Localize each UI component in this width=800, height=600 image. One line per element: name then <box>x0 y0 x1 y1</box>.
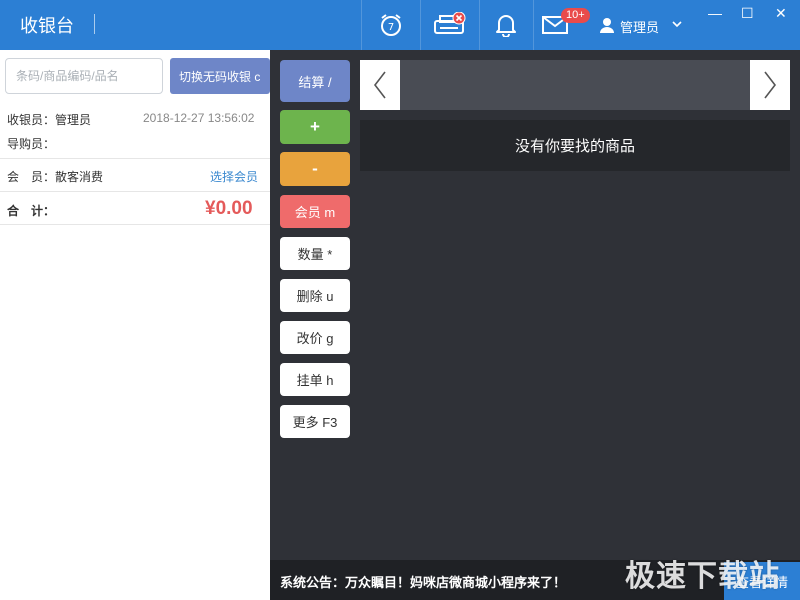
delete-button[interactable]: 删除 u <box>280 279 350 312</box>
chevron-right-icon <box>764 71 777 99</box>
member-button[interactable]: 会员 m <box>280 195 350 228</box>
app-title: 收银台 <box>20 16 74 36</box>
alarm-button[interactable]: 7 <box>361 0 420 50</box>
member-value: 散客消费 <box>55 170 104 184</box>
alarm-clock-icon: 7 <box>381 14 401 36</box>
user-icon[interactable] <box>599 17 615 33</box>
order-panel <box>0 50 270 600</box>
bell-icon <box>496 15 516 37</box>
hold-order-button[interactable]: 挂单 h <box>280 363 350 396</box>
switch-barcodeless-button[interactable]: 切换无码收银 c <box>170 58 270 94</box>
member-row: 会 员：散客消费 <box>7 168 103 185</box>
choose-member-link[interactable]: 选择会员 <box>210 168 258 185</box>
printer-button[interactable] <box>420 0 479 50</box>
watermark: 极速下载站 <box>625 560 780 593</box>
mail-badge: 10+ <box>561 8 590 23</box>
header-icons: 7 <box>361 0 532 50</box>
notification-button[interactable] <box>479 0 532 50</box>
increase-button[interactable]: + <box>280 110 350 144</box>
prev-page-button[interactable] <box>360 60 400 110</box>
order-datetime: 2018-12-27 13:56:02 <box>143 111 255 125</box>
title-separator <box>94 14 95 34</box>
quantity-button[interactable]: 数量 * <box>280 237 350 270</box>
divider <box>0 224 270 225</box>
next-page-button[interactable] <box>750 60 790 110</box>
cashier-label: 收银员： <box>7 113 56 127</box>
member-label: 会 员： <box>7 170 56 184</box>
chevron-down-icon[interactable] <box>671 17 683 31</box>
printer-error-icon <box>434 12 466 34</box>
change-price-button[interactable]: 改价 g <box>280 321 350 354</box>
close-button[interactable]: ✕ <box>775 5 787 22</box>
decrease-button[interactable]: - <box>280 152 350 186</box>
system-announcement: 系统公告：万众瞩目！妈咪店微商城小程序来了！ <box>280 575 567 590</box>
divider <box>0 191 270 192</box>
total-amount: ¥0.00 <box>205 198 253 219</box>
divider <box>0 158 270 159</box>
empty-result-message: 没有你要找的商品 <box>360 120 790 171</box>
checkout-button[interactable]: 结算 / <box>280 60 350 102</box>
chevron-left-icon <box>373 71 386 99</box>
cashier-row: 收银员：管理员 <box>7 111 91 128</box>
product-search-input[interactable] <box>5 58 163 94</box>
total-label: 合 计： <box>7 204 56 218</box>
svg-text:7: 7 <box>388 22 394 33</box>
user-name[interactable]: 管理员 <box>620 17 659 36</box>
minimize-button[interactable]: — <box>708 5 722 21</box>
cashier-value: 管理员 <box>55 113 92 127</box>
maximize-button[interactable]: ☐ <box>741 5 754 22</box>
category-nav-bar <box>360 60 790 110</box>
guide-label: 导购员： <box>7 137 56 151</box>
more-button[interactable]: 更多 F3 <box>280 405 350 438</box>
